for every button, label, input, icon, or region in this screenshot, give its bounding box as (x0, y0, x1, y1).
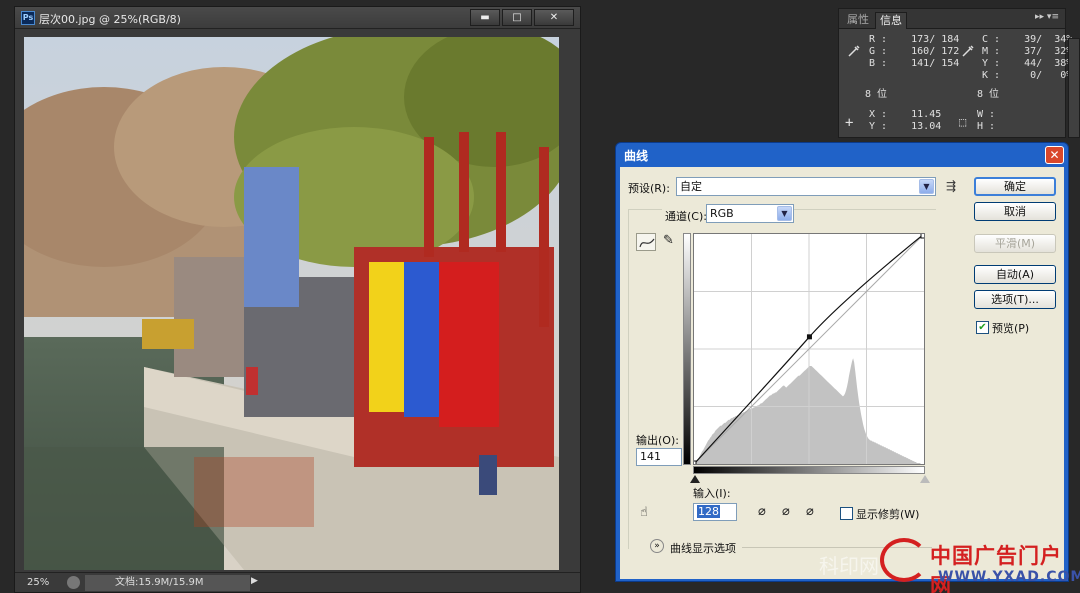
maximize-button[interactable]: □ (502, 9, 532, 26)
curve-endpoint (690, 460, 697, 467)
gray-eyedropper-icon[interactable]: ⌀ (782, 504, 790, 519)
photoshop-icon: Ps (21, 11, 35, 25)
watermark-brand: 中国广告门户网 (930, 543, 1062, 593)
preset-options-icon[interactable]: ⇶ (946, 179, 956, 193)
tab-info[interactable]: 信息 (875, 12, 907, 29)
ok-button[interactable]: 确定 (974, 177, 1056, 196)
show-clipping-label: 显示修剪(W) (856, 508, 920, 521)
info-c: C : 39/ 34% (982, 34, 1073, 45)
curve-endpoint (920, 232, 927, 239)
curve-control-point (806, 334, 812, 340)
curves-dialog: 曲线 ✕ 预设(R): 自定 ▼ ⇶ 通道(C): RGB ▼ ✎ 输出(O):… (615, 142, 1069, 582)
black-point-slider[interactable] (690, 475, 700, 483)
doc-size: 文档:15.9M/15.9M (85, 575, 250, 591)
show-clipping-checkbox[interactable] (840, 507, 853, 520)
info-r: R : 173/ 184 (869, 34, 960, 45)
channel-label: 通道(C): (662, 208, 710, 224)
info-h: H : (977, 121, 996, 132)
info-bits-left: 8 位 (865, 89, 888, 100)
document-window: Ps 层次00.jpg @ 25%(RGB/8) ▬ □ ✕ 25% 文档:15… (14, 6, 581, 593)
info-x: X : 11.45 (869, 109, 942, 120)
output-gradient (683, 233, 691, 465)
info-m: M : 37/ 32% (982, 46, 1073, 57)
curve-point-tool-icon[interactable] (636, 233, 656, 251)
curve-display-options[interactable]: 曲线显示选项 (670, 540, 736, 556)
selection-size-icon: ⬚ (959, 115, 967, 129)
minimize-button[interactable]: ▬ (470, 9, 500, 26)
curves-chart[interactable] (690, 232, 927, 467)
tab-properties[interactable]: 属性 (843, 12, 873, 29)
input-value: 128 (697, 505, 720, 518)
info-w: W : (977, 109, 996, 120)
info-k: K : 0/ 0% (982, 70, 1073, 81)
curves-graph[interactable] (690, 232, 927, 467)
input-field[interactable]: 128 (693, 503, 737, 521)
watermark-url: WWW.YXAD.COM (938, 569, 1080, 585)
expand-chevron-icon[interactable]: » (650, 539, 664, 553)
chevron-down-icon[interactable]: ▼ (919, 179, 934, 194)
info-y: Y : 44/ 38% (982, 58, 1073, 69)
crosshair-icon: + (845, 115, 854, 131)
pencil-icon[interactable]: ✎ (663, 233, 674, 248)
options-button[interactable]: 选项(T)... (974, 290, 1056, 309)
eyedropper-icon (848, 45, 860, 57)
eyedropper-cmyk-icon (962, 45, 974, 57)
smooth-button[interactable]: 平滑(M) (974, 234, 1056, 253)
watermark-logo-icon (880, 538, 928, 582)
auto-button[interactable]: 自动(A) (974, 265, 1056, 284)
preset-select[interactable]: 自定 ▼ (676, 177, 936, 196)
preset-value: 自定 (680, 180, 702, 193)
output-label: 输出(O): (636, 434, 679, 447)
input-gradient (693, 466, 925, 474)
image-canvas[interactable] (24, 37, 559, 570)
output-value: 141 (640, 450, 661, 463)
hand-adjust-icon[interactable]: ☝ (640, 505, 648, 520)
input-label: 输入(I): (693, 487, 731, 500)
chevron-down-icon[interactable]: ▼ (777, 206, 792, 221)
status-menu-arrow-icon[interactable]: ▶ (251, 576, 258, 586)
document-title: 层次00.jpg @ 25%(RGB/8) (39, 13, 181, 26)
dialog-title: 曲线 (624, 149, 649, 163)
preview-checkbox[interactable]: ✔ (976, 321, 989, 334)
black-eyedropper-icon[interactable]: ⌀ (758, 504, 766, 519)
cancel-button[interactable]: 取消 (974, 202, 1056, 221)
info-b: B : 141/ 154 (869, 58, 960, 69)
info-g: G : 160/ 172 (869, 46, 960, 57)
white-point-slider[interactable] (920, 475, 930, 483)
watermark-left-text: 科印网 (819, 554, 879, 578)
channel-select[interactable]: RGB ▼ (706, 204, 794, 223)
preview-label: 预览(P) (992, 322, 1030, 335)
dialog-close-button[interactable]: ✕ (1045, 146, 1064, 164)
status-bar: 25% 文档:15.9M/15.9M ▶ (15, 572, 580, 592)
panel-menu-icon[interactable]: ▸▸ ▾≡ (1035, 12, 1059, 22)
output-field[interactable]: 141 (636, 448, 682, 466)
side-panel-strip[interactable] (1068, 38, 1080, 138)
photo-image (24, 37, 559, 570)
channel-value: RGB (710, 207, 734, 220)
close-button[interactable]: ✕ (534, 9, 574, 26)
status-icon[interactable] (67, 576, 80, 589)
info-y-coord: Y : 13.04 (869, 121, 942, 132)
zoom-level[interactable]: 25% (27, 577, 49, 588)
white-eyedropper-icon[interactable]: ⌀ (806, 504, 814, 519)
info-panel: 属性 信息 ▸▸ ▾≡ R : 173/ 184 G : 160/ 172 B … (838, 8, 1072, 138)
info-bits-right: 8 位 (977, 89, 1000, 100)
preset-label: 预设(R): (628, 182, 670, 195)
document-title-bar[interactable]: Ps 层次00.jpg @ 25%(RGB/8) ▬ □ ✕ (15, 7, 580, 29)
